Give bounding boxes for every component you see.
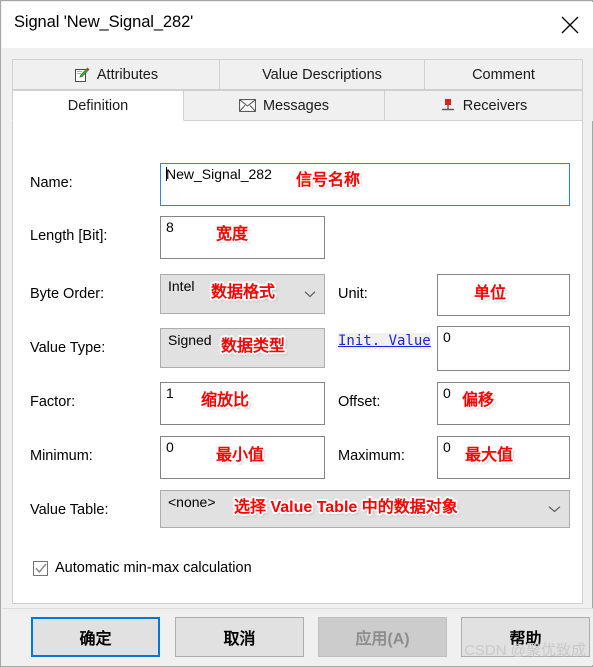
ok-button[interactable]: 确定 bbox=[31, 617, 160, 657]
tab-comment[interactable]: Comment bbox=[424, 59, 583, 90]
value-type-combo[interactable]: Signed bbox=[160, 328, 325, 368]
unit-input[interactable] bbox=[437, 274, 570, 316]
byte-order-combo[interactable]: Intel bbox=[160, 274, 325, 314]
tab-attributes-label: Attributes bbox=[96, 66, 159, 83]
value-type-value: Signed bbox=[168, 332, 212, 348]
maximum-input-value: 0 bbox=[443, 439, 451, 455]
cancel-button[interactable]: 取消 bbox=[175, 617, 304, 657]
minimum-input[interactable]: 0 bbox=[160, 436, 325, 479]
value-table-value: <none> bbox=[168, 494, 216, 510]
offset-input-value: 0 bbox=[443, 385, 451, 401]
name-input[interactable]: New_Signal_282 bbox=[160, 163, 570, 206]
init-value-input-value: 0 bbox=[443, 329, 451, 345]
value-table-label: Value Table: bbox=[30, 502, 109, 518]
offset-label: Offset: bbox=[338, 394, 381, 410]
init-value-input[interactable]: 0 bbox=[437, 326, 570, 371]
envelope-icon bbox=[239, 99, 256, 112]
length-label: Length [Bit]: bbox=[30, 228, 108, 244]
tab-receivers-label: Receivers bbox=[462, 97, 528, 114]
tab-messages[interactable]: Messages bbox=[183, 90, 385, 121]
tab-attributes[interactable]: Attributes bbox=[12, 59, 220, 90]
factor-input-value: 1 bbox=[166, 385, 174, 401]
signal-dialog-window: Signal 'New_Signal_282' Attributes Value… bbox=[0, 0, 593, 667]
cancel-button-label: 取消 bbox=[223, 631, 256, 648]
tab-value-descriptions-label: Value Descriptions bbox=[262, 66, 382, 83]
ok-button-label: 确定 bbox=[79, 631, 112, 648]
unit-label: Unit: bbox=[338, 286, 368, 302]
tab-comment-label: Comment bbox=[472, 66, 535, 83]
maximum-label: Maximum: bbox=[338, 448, 405, 464]
chevron-down-icon bbox=[304, 285, 316, 301]
byte-order-label: Byte Order: bbox=[30, 286, 105, 302]
tab-definition[interactable]: Definition bbox=[12, 90, 184, 121]
close-icon[interactable] bbox=[547, 2, 593, 48]
checkbox-icon[interactable] bbox=[33, 560, 48, 576]
tab-definition-label: Definition bbox=[67, 97, 129, 114]
factor-input[interactable]: 1 bbox=[160, 382, 325, 425]
chevron-down-icon bbox=[548, 500, 561, 516]
definition-panel: Name: New_Signal_282 信号名称 Length [Bit]: … bbox=[12, 121, 583, 604]
help-button[interactable]: 帮助 bbox=[461, 617, 590, 657]
tab-messages-label: Messages bbox=[262, 97, 330, 114]
value-table-combo[interactable]: <none> bbox=[160, 490, 570, 528]
minimum-input-value: 0 bbox=[166, 439, 174, 455]
apply-button-label: 应用(A) bbox=[355, 631, 410, 648]
byte-order-value: Intel bbox=[168, 278, 195, 294]
auto-minmax-checkbox-row[interactable]: Automatic min-max calculation bbox=[33, 560, 252, 576]
title-bar: Signal 'New_Signal_282' bbox=[2, 2, 593, 48]
page-title: Signal 'New_Signal_282' bbox=[14, 13, 194, 31]
tab-receivers[interactable]: Receivers bbox=[384, 90, 583, 121]
name-input-value: New_Signal_282 bbox=[166, 166, 272, 182]
auto-minmax-label: Automatic min-max calculation bbox=[55, 560, 252, 576]
pencil-notepad-icon bbox=[74, 66, 90, 83]
tab-value-descriptions[interactable]: Value Descriptions bbox=[219, 59, 425, 90]
help-button-label: 帮助 bbox=[509, 631, 542, 648]
factor-label: Factor: bbox=[30, 394, 76, 410]
length-input[interactable]: 8 bbox=[160, 216, 325, 259]
minimum-label: Minimum: bbox=[30, 448, 93, 464]
apply-button: 应用(A) bbox=[318, 617, 447, 657]
init-value-link[interactable]: Init. Value bbox=[338, 333, 431, 349]
tab-strip: Attributes Value Descriptions Comment De… bbox=[2, 48, 593, 121]
name-label: Name: bbox=[30, 175, 73, 191]
offset-input[interactable]: 0 bbox=[437, 382, 570, 425]
dialog-button-bar: 确定 取消 应用(A) 帮助 bbox=[2, 608, 593, 665]
length-input-value: 8 bbox=[166, 219, 174, 235]
node-pin-icon bbox=[440, 98, 456, 113]
maximum-input[interactable]: 0 bbox=[437, 436, 570, 479]
value-type-label: Value Type: bbox=[30, 340, 106, 356]
